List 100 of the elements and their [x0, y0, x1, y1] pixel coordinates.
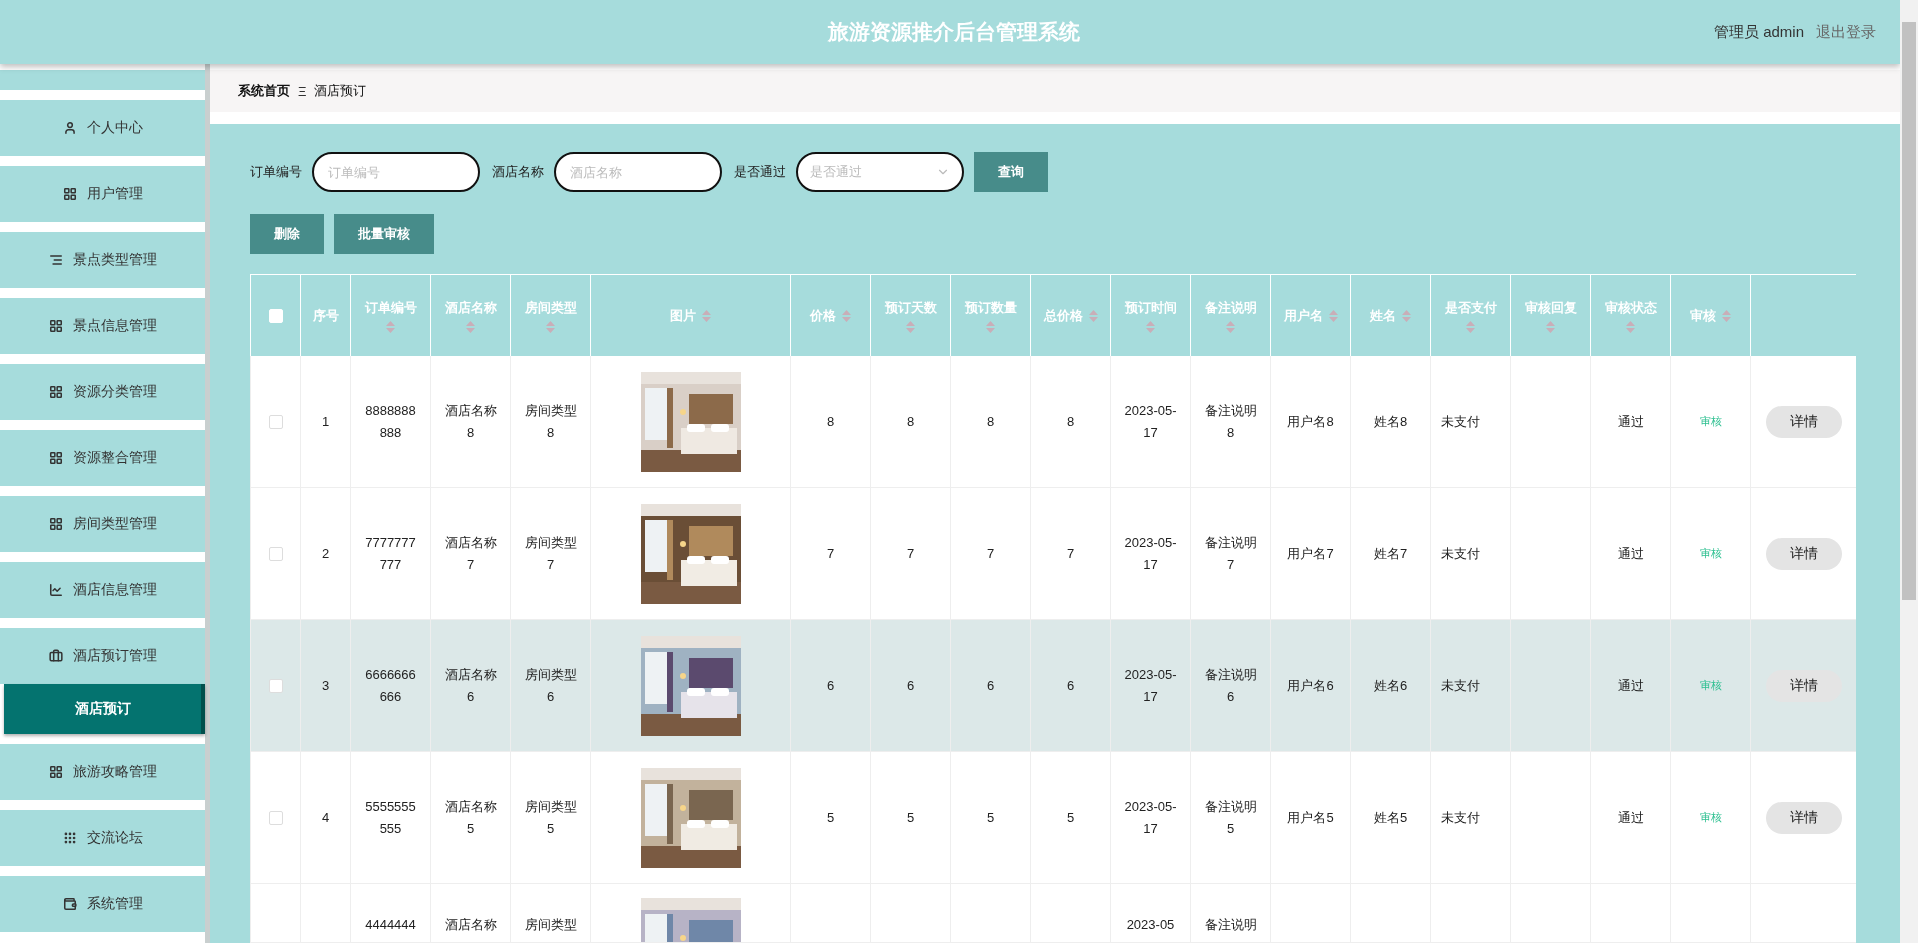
briefcase-icon: [48, 649, 63, 663]
booking-time: 2023-05-17: [1124, 797, 1177, 838]
sidebar-item[interactable]: 资源分类管理: [0, 364, 205, 420]
sidebar-item[interactable]: 酒店信息管理: [0, 562, 205, 618]
sort-icon[interactable]: [1328, 309, 1338, 322]
logout-link[interactable]: 退出登录: [1816, 22, 1876, 42]
field-label: 是否通过: [734, 163, 786, 181]
chart-icon: [48, 583, 63, 597]
sort-icon[interactable]: [1402, 309, 1411, 322]
breadcrumb-separator: Ξ: [298, 83, 307, 99]
remark: 备注说明6: [1204, 665, 1257, 706]
table-row[interactable]: 4 5555555555 酒店名称5 房间类型5 5 5 5 5 2023-05-17 备注说明5 用户名5 姓名5 未支付 通过 审核 详情: [250, 752, 1856, 884]
review-status: 通过: [1617, 808, 1644, 827]
details-button[interactable]: 详情: [1765, 405, 1842, 438]
remark: 备注说明8: [1204, 401, 1257, 442]
price: 7: [826, 544, 835, 563]
sidebar-item[interactable]: 景点信息管理: [0, 298, 205, 354]
price: 8: [826, 412, 835, 431]
username: 用户名5: [1287, 808, 1334, 827]
sort-icon[interactable]: [702, 309, 711, 322]
days: 7: [906, 542, 915, 565]
row-checkbox[interactable]: [268, 546, 283, 561]
search-field[interactable]: 订单编号: [312, 152, 480, 192]
breadcrumb-home[interactable]: 系统首页: [238, 82, 290, 100]
sidebar-item[interactable]: 酒店预订管理: [0, 628, 205, 684]
sort-icon[interactable]: [842, 309, 851, 322]
details-button[interactable]: 详情: [1765, 537, 1842, 570]
sidebar-item[interactable]: 交流论坛: [0, 810, 205, 866]
price: 6: [826, 676, 835, 695]
hotel-name: 酒店名称6: [444, 665, 497, 706]
payment-status: 未支付: [1441, 412, 1480, 431]
column-header: 价格: [810, 306, 836, 325]
column-header: 预订数量: [964, 298, 1017, 317]
column-header: 是否支付: [1444, 298, 1497, 317]
booking-time: 2023-05-17: [1124, 401, 1177, 442]
hotel-name: 酒店名称8: [444, 401, 497, 442]
sidebar-item[interactable]: 个人中心: [0, 100, 205, 156]
table-row[interactable]: 3 6666666666 酒店名称6 房间类型6 6 6 6 6 2023-05-17 备注说明6 用户名6 姓名6 未支付 通过 审核 详情: [250, 620, 1856, 752]
details-button[interactable]: 详情: [1765, 801, 1842, 834]
sidebar-item[interactable]: 旅游攻略管理: [0, 744, 205, 800]
sidebar-item[interactable]: 用户管理: [0, 166, 205, 222]
total-price: 8: [1066, 412, 1075, 431]
action-button[interactable]: 批量审核: [334, 214, 434, 254]
sort-icon[interactable]: [986, 320, 995, 333]
select-all-checkbox[interactable]: [268, 308, 283, 323]
price: 5: [826, 808, 835, 827]
sort-icon[interactable]: [1226, 320, 1235, 333]
column-header: 审核: [1690, 306, 1716, 325]
booking-time: 2023-05: [1126, 916, 1175, 934]
sort-icon[interactable]: [386, 320, 395, 333]
grid-icon: [48, 765, 63, 779]
column-header: 图片: [670, 306, 696, 325]
row-checkbox[interactable]: [268, 678, 283, 693]
review-status: 通过: [1617, 412, 1644, 431]
field-label: 订单编号: [250, 163, 302, 181]
sidebar-subitem[interactable]: 酒店预订: [4, 684, 205, 734]
quantity: 8: [986, 412, 995, 431]
table-row[interactable]: 1 8888888888 酒店名称8 房间类型8 8 8 8 8 2023-05-17 备注说明8 用户名8 姓名8 未支付 通过 审核 详情: [250, 356, 1856, 488]
action-button[interactable]: 删除: [250, 214, 324, 254]
review-status: 通过: [1617, 544, 1644, 563]
row-checkbox[interactable]: [268, 414, 283, 429]
sort-icon[interactable]: [466, 320, 475, 333]
sort-icon[interactable]: [1722, 309, 1731, 322]
order-number: 6666666666: [364, 665, 417, 706]
details-button[interactable]: 详情: [1765, 669, 1842, 702]
sort-icon[interactable]: [1546, 320, 1555, 333]
row-checkbox[interactable]: [268, 810, 283, 825]
quantity: 6: [986, 676, 995, 695]
search-button[interactable]: 查询: [974, 152, 1048, 192]
hotel-name: 酒店名称7: [444, 533, 497, 574]
sort-icon[interactable]: [1146, 320, 1155, 333]
dots-grid-icon: [62, 831, 77, 845]
search-field[interactable]: 酒店名称: [554, 152, 722, 192]
sort-icon[interactable]: [1626, 320, 1635, 333]
username: 用户名7: [1287, 544, 1334, 563]
order-number: 4444444: [365, 916, 416, 934]
name: 姓名5: [1373, 808, 1408, 827]
name: 姓名7: [1373, 544, 1408, 563]
sort-icon[interactable]: [1088, 309, 1098, 322]
column-header: 房间类型: [524, 298, 577, 317]
sidebar-item[interactable]: 房间类型管理: [0, 496, 205, 552]
column-header: 备注说明: [1204, 298, 1257, 317]
remark: 备注说明7: [1204, 533, 1257, 574]
sort-icon[interactable]: [1466, 320, 1475, 333]
table-row[interactable]: 2 7777777777 酒店名称7 房间类型7 7 7 7 7 2023-05-17 备注说明7 用户名7 姓名7 未支付 通过 审核 详情: [250, 488, 1856, 620]
room-type: 房间类型7: [524, 533, 577, 574]
sort-icon[interactable]: [546, 320, 555, 333]
order-number: 7777777777: [364, 533, 417, 574]
username: 用户名8: [1287, 412, 1334, 431]
person-icon: [62, 121, 77, 135]
booking-time: 2023-05-17: [1124, 533, 1177, 574]
sidebar-item[interactable]: 景点类型管理: [0, 232, 205, 288]
column-header: 审核状态: [1604, 298, 1657, 317]
scrollbar[interactable]: [1900, 0, 1918, 943]
sort-icon[interactable]: [906, 320, 915, 333]
username: 用户名6: [1287, 676, 1334, 695]
sidebar-item[interactable]: 系统管理: [0, 876, 205, 932]
room-type: 房间类型5: [524, 797, 577, 838]
sidebar-item[interactable]: 资源整合管理: [0, 430, 205, 486]
table-row[interactable]: 4444444 酒店名称 房间类型 2023-05 备注说明: [250, 884, 1856, 943]
